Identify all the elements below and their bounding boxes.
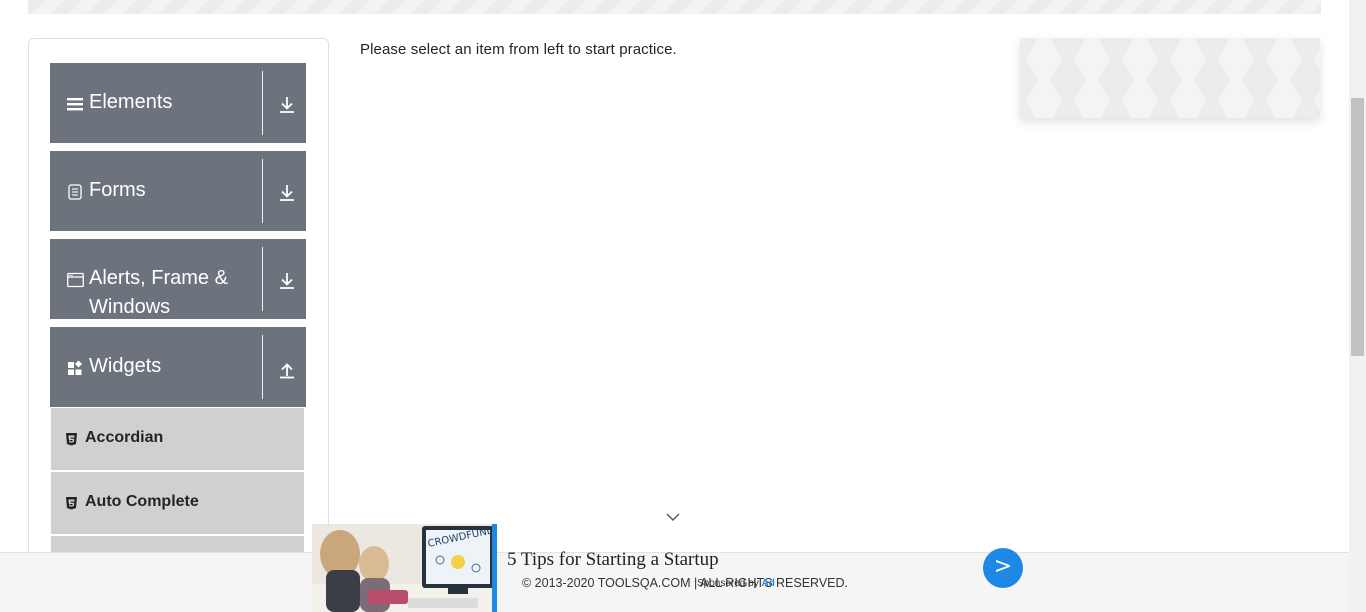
menu-item-auto-complete[interactable]: Auto Complete bbox=[51, 472, 304, 534]
sidebar-group-label: Forms bbox=[89, 179, 146, 201]
expand-icon[interactable] bbox=[277, 183, 297, 203]
divider bbox=[262, 159, 263, 223]
ad-sponsor-prefix: Sponsored by bbox=[697, 578, 759, 589]
html5-icon bbox=[65, 496, 78, 510]
footer-copyright: © 2013-2020 TOOLSQA.COM | ALL RIGHTS RES… bbox=[522, 576, 849, 590]
hamburger-icon bbox=[67, 96, 83, 112]
chevron-down-icon[interactable] bbox=[665, 510, 681, 522]
ad-go-button[interactable]: > bbox=[983, 548, 1023, 588]
side-ad-banner bbox=[1020, 38, 1320, 118]
top-banner-ad bbox=[28, 0, 1321, 14]
ad-sponsor: Sponsored by Ad bbox=[697, 578, 775, 589]
divider bbox=[262, 335, 263, 399]
html5-icon bbox=[65, 432, 78, 446]
expand-icon[interactable] bbox=[277, 271, 297, 291]
ad-accent-bar bbox=[492, 524, 497, 612]
sidebar-group-label: Alerts, Frame & Windows bbox=[89, 267, 228, 318]
sidebar-group-label: Elements bbox=[89, 91, 173, 113]
widgets-icon bbox=[67, 360, 83, 376]
collapse-icon[interactable] bbox=[277, 359, 297, 379]
sidebar-group-widgets[interactable]: Widgets bbox=[50, 327, 306, 407]
scrollbar-thumb[interactable] bbox=[1351, 98, 1364, 356]
sidebar-group-label: Widgets bbox=[89, 355, 162, 377]
menu-item-label: Auto Complete bbox=[85, 493, 199, 510]
divider bbox=[262, 71, 263, 135]
left-sidebar: Elements Forms Alerts, Frame & Windows W… bbox=[28, 38, 329, 578]
practice-instruction: Please select an item from left to start… bbox=[360, 41, 677, 58]
ad-image[interactable]: CROWDFUNDING bbox=[312, 524, 492, 612]
sidebar-group-forms[interactable]: Forms bbox=[50, 151, 306, 231]
form-icon bbox=[68, 184, 84, 200]
menu-item-label: Accordian bbox=[85, 429, 164, 446]
divider bbox=[262, 247, 263, 311]
window-icon bbox=[67, 272, 84, 288]
ad-sponsor-brand: Ad bbox=[761, 578, 775, 589]
expand-icon[interactable] bbox=[277, 95, 297, 115]
sidebar-group-elements[interactable]: Elements bbox=[50, 63, 306, 143]
sidebar-group-alerts-frame-windows[interactable]: Alerts, Frame & Windows bbox=[50, 239, 306, 319]
menu-item-accordian[interactable]: Accordian bbox=[51, 408, 304, 470]
ad-headline[interactable]: 5 Tips for Starting a Startup bbox=[507, 549, 719, 571]
